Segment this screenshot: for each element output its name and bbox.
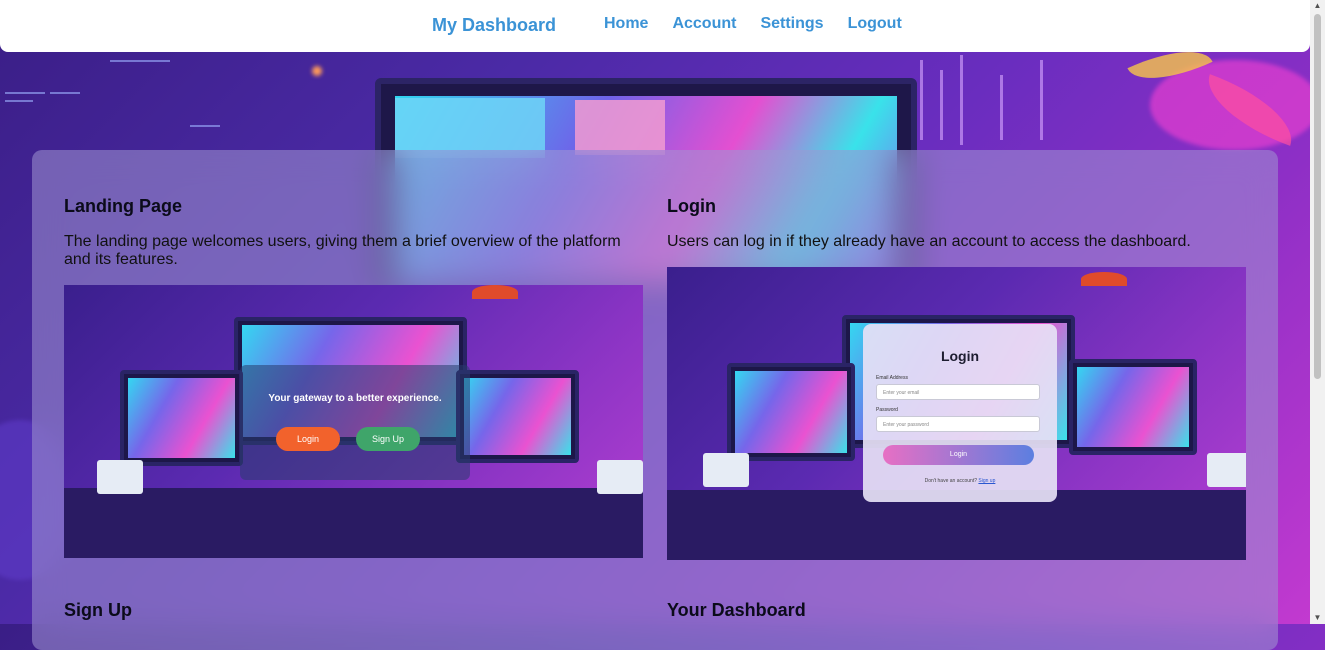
- card-title: Sign Up: [64, 600, 132, 620]
- scrollbar-thumb[interactable]: [1314, 14, 1321, 379]
- card-login: Login Users can log in if they already h…: [667, 196, 1247, 251]
- card-sign-up: Sign Up: [64, 600, 644, 621]
- preview-lamp: [1081, 272, 1127, 286]
- content-panel: Landing Page The landing page welcomes u…: [32, 150, 1278, 650]
- preview-signup-button: Sign Up: [356, 427, 420, 451]
- nav-logout-link[interactable]: Logout: [848, 15, 902, 33]
- preview-monitor: [456, 370, 579, 463]
- preview-monitor: [120, 370, 243, 466]
- nav-home-link[interactable]: Home: [604, 15, 648, 33]
- preview-tagline: Your gateway to a better experience.: [268, 393, 442, 404]
- preview-login-button: Login: [276, 427, 340, 451]
- nav-account-link[interactable]: Account: [672, 15, 736, 33]
- login-preview-image: Login Email Address Enter your email Pas…: [667, 267, 1246, 560]
- landing-page-preview-image: Your gateway to a better experience. Log…: [64, 285, 643, 558]
- preview-login-heading: Login: [940, 348, 980, 364]
- preview-password-field: Enter your password: [876, 416, 1040, 432]
- card-title: Login: [667, 196, 716, 216]
- preview-plant-pot: [597, 460, 643, 494]
- card-landing-page: Landing Page The landing page welcomes u…: [64, 196, 644, 269]
- background-panel: [575, 100, 665, 155]
- background-panel: [395, 98, 545, 158]
- top-navbar: My Dashboard Home Account Settings Logou…: [0, 0, 1310, 52]
- preview-hero-overlay: Your gateway to a better experience. Log…: [240, 365, 470, 480]
- preview-signup-prompt-text: Don't have an account?: [924, 478, 978, 484]
- preview-monitor: [1069, 359, 1197, 455]
- brand-title[interactable]: My Dashboard: [432, 15, 556, 36]
- preview-desk: [64, 488, 643, 558]
- card-description: The landing page welcomes users, giving …: [64, 233, 621, 268]
- card-your-dashboard: Your Dashboard: [667, 600, 1247, 621]
- nav-links: Home Account Settings Logout: [604, 15, 926, 33]
- scroll-down-arrow-icon[interactable]: ▼: [1313, 614, 1322, 622]
- preview-plant-pot: [97, 460, 143, 494]
- card-title: Your Dashboard: [667, 600, 806, 620]
- preview-plant-pot: [1207, 453, 1246, 487]
- preview-login-submit-button: Login: [883, 445, 1034, 465]
- preview-login-form: Login Email Address Enter your email Pas…: [863, 324, 1057, 502]
- card-description: Users can log in if they already have an…: [667, 233, 1191, 250]
- preview-password-label: Password: [876, 407, 898, 413]
- preview-signup-prompt: Don't have an account? Sign up: [863, 478, 1057, 484]
- preview-email-label: Email Address: [876, 375, 908, 381]
- scroll-up-arrow-icon[interactable]: ▲: [1313, 2, 1322, 10]
- preview-lamp: [472, 285, 518, 299]
- preview-email-field: Enter your email: [876, 384, 1040, 400]
- preview-signup-link: Sign up: [978, 478, 996, 484]
- page-scrollbar[interactable]: ▲ ▼: [1310, 0, 1325, 624]
- nav-settings-link[interactable]: Settings: [760, 15, 823, 33]
- preview-monitor: [727, 363, 855, 461]
- card-title: Landing Page: [64, 196, 183, 216]
- preview-plant-pot: [703, 453, 749, 487]
